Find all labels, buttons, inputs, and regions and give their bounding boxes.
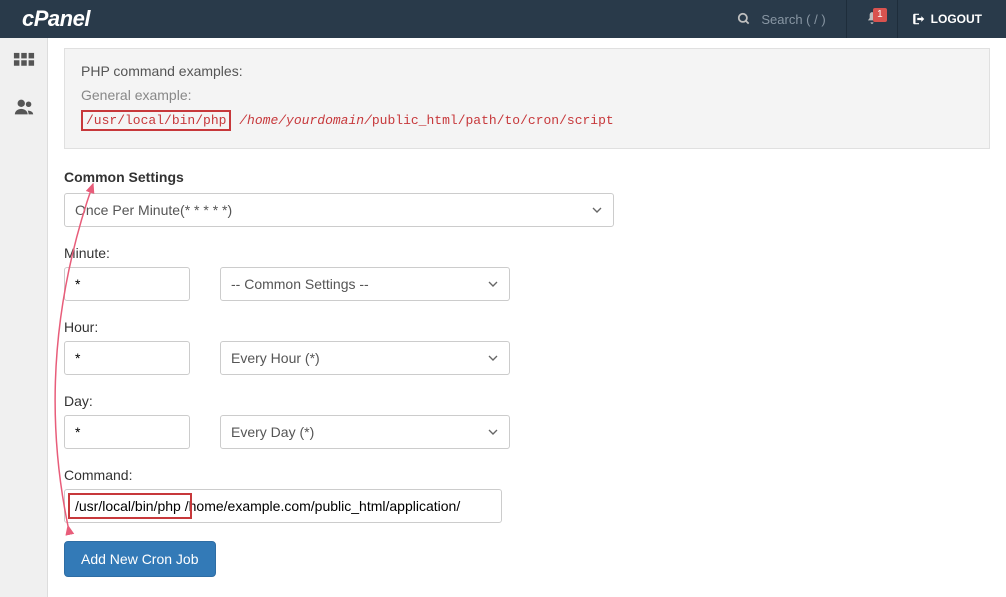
logout-label: LOGOUT xyxy=(931,12,982,26)
top-header: cPanel Search ( / ) 1 LOGOUT xyxy=(0,0,1006,38)
notification-badge: 1 xyxy=(873,8,887,22)
example-subtitle: General example: xyxy=(81,87,973,103)
notifications-button[interactable]: 1 xyxy=(847,10,897,29)
search-icon xyxy=(737,12,751,26)
logout-button[interactable]: LOGOUT xyxy=(898,12,996,26)
day-select[interactable]: Every Day (*) xyxy=(220,415,510,449)
cpanel-logo[interactable]: cPanel xyxy=(10,6,90,32)
add-cron-job-button[interactable]: Add New Cron Job xyxy=(64,541,216,577)
command-label: Command: xyxy=(64,467,990,483)
day-input[interactable] xyxy=(64,415,190,449)
php-example-box: PHP command examples: General example: /… xyxy=(64,48,990,149)
logout-icon xyxy=(912,12,926,26)
users-icon[interactable] xyxy=(13,96,35,118)
example-title: PHP command examples: xyxy=(81,63,973,79)
main-content: PHP command examples: General example: /… xyxy=(48,38,1006,597)
example-bin-path: /usr/local/bin/php xyxy=(81,110,231,131)
example-home-path: /home/yourdomain/ xyxy=(239,113,372,128)
search-box[interactable]: Search ( / ) xyxy=(737,12,825,27)
common-settings-label: Common Settings xyxy=(64,169,990,185)
sidebar xyxy=(0,38,48,597)
grid-icon[interactable] xyxy=(13,52,35,74)
hour-select[interactable]: Every Hour (*) xyxy=(220,341,510,375)
example-code: /usr/local/bin/php /home/yourdomain/publ… xyxy=(81,113,973,128)
minute-input[interactable] xyxy=(64,267,190,301)
command-input[interactable] xyxy=(64,489,502,523)
example-script-path: public_html/path/to/cron/script xyxy=(372,113,614,128)
search-placeholder: Search ( / ) xyxy=(761,12,825,27)
hour-label: Hour: xyxy=(64,319,990,335)
minute-select[interactable]: -- Common Settings -- xyxy=(220,267,510,301)
common-settings-select[interactable]: Once Per Minute(* * * * *) xyxy=(64,193,614,227)
minute-label: Minute: xyxy=(64,245,990,261)
hour-input[interactable] xyxy=(64,341,190,375)
day-label: Day: xyxy=(64,393,990,409)
